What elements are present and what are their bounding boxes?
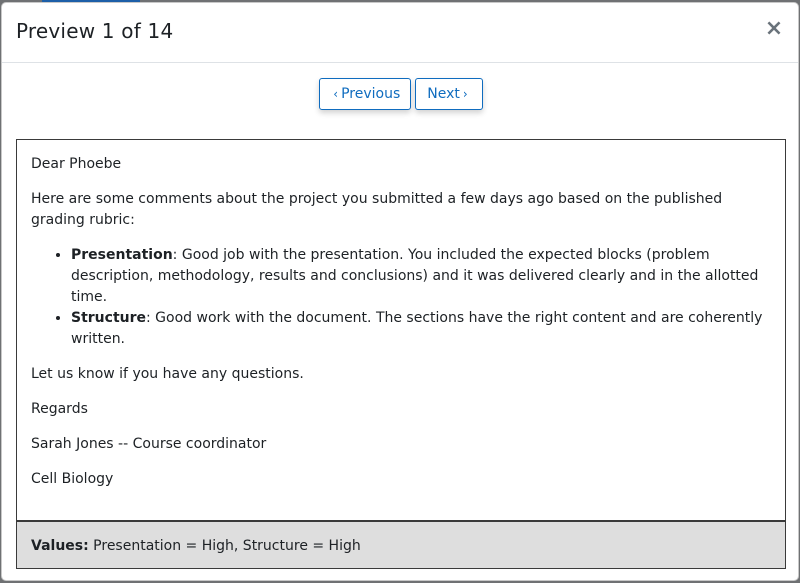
modal-title: Preview 1 of 14 — [16, 19, 174, 43]
message-body: Dear Phoebe Here are some comments about… — [17, 140, 785, 490]
values-summary: Values: Presentation = High, Structure =… — [17, 520, 785, 568]
next-label: Next — [427, 86, 460, 102]
chevron-right-icon: › — [462, 87, 468, 101]
chevron-left-icon: ‹ — [333, 87, 339, 101]
course-name: Cell Biology — [31, 471, 114, 487]
next-button[interactable]: Next › — [415, 78, 483, 110]
criterion-comment: : Good job with the presentation. You in… — [71, 247, 759, 305]
signature: Sarah Jones -- Course coordinator — [31, 436, 267, 452]
list-item: Structure: Good work with the document. … — [71, 308, 771, 350]
values-label: Values: — [31, 538, 89, 554]
criterion-term: Structure — [71, 310, 147, 326]
criterion-term: Presentation — [71, 247, 173, 263]
greeting: Dear Phoebe — [31, 156, 122, 172]
comment-list: Presentation: Good job with the presenta… — [31, 245, 771, 350]
modal-header: Preview 1 of 14 × — [2, 3, 798, 63]
message-preview: Dear Phoebe Here are some comments about… — [16, 139, 786, 569]
previous-button[interactable]: ‹ Previous — [319, 78, 412, 110]
previous-label: Previous — [341, 86, 401, 102]
values-text: Presentation = High, Structure = High — [88, 538, 361, 554]
intro-paragraph: Here are some comments about the project… — [31, 191, 723, 228]
close-icon[interactable]: × — [764, 16, 784, 42]
preview-modal: Preview 1 of 14 × ‹ Previous Next › Dear… — [1, 2, 799, 581]
closing: Regards — [31, 401, 88, 417]
criterion-comment: : Good work with the document. The secti… — [71, 310, 763, 347]
questions-paragraph: Let us know if you have any questions. — [31, 366, 304, 382]
preview-navigation: ‹ Previous Next › — [2, 78, 798, 112]
list-item: Presentation: Good job with the presenta… — [71, 245, 771, 308]
